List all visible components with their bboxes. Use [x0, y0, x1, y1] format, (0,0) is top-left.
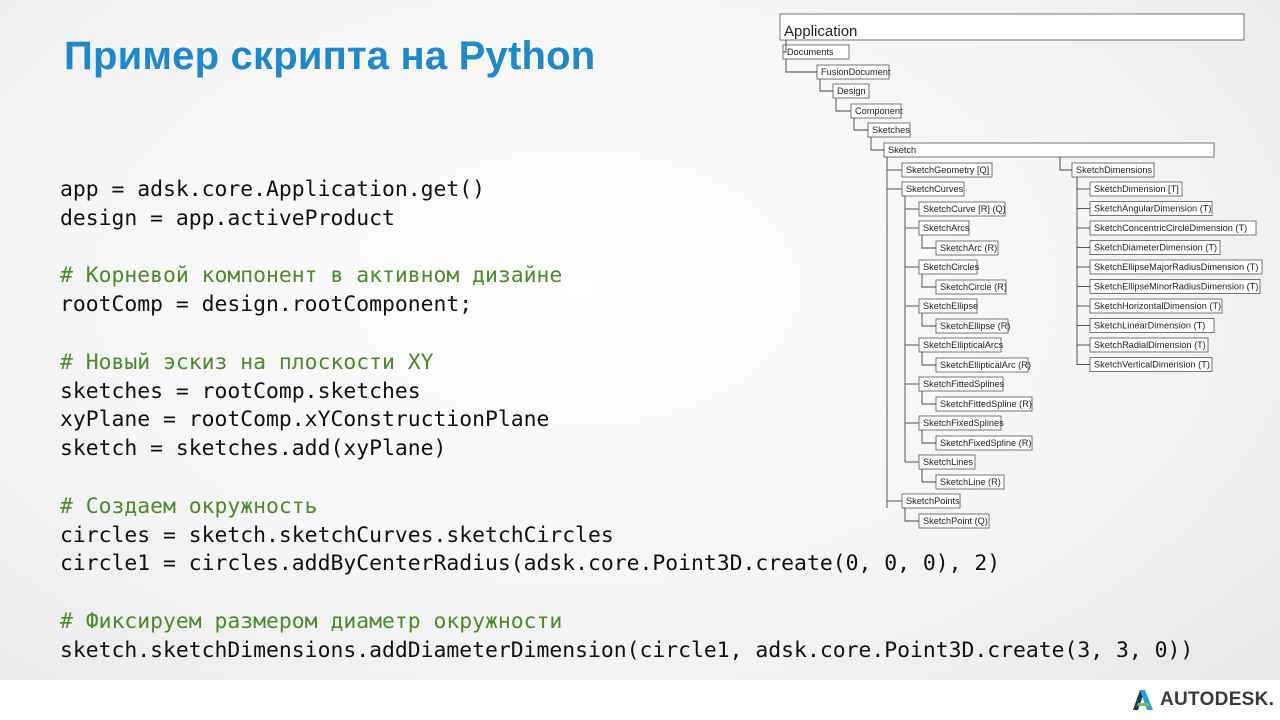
code-line: sketch = sketches.add(xyPlane) [60, 436, 447, 462]
node-design: Design [832, 83, 870, 99]
autodesk-a-icon [1133, 690, 1153, 710]
node-application: Application [779, 13, 1245, 41]
code-comment-line: # Фиксируем размером диаметр окружности [60, 608, 563, 634]
node-sketch: Sketch [883, 142, 1215, 158]
tree-connector [785, 59, 817, 73]
node-component: Component [850, 103, 903, 119]
tree-connector [870, 137, 884, 151]
node-documents-label: Documents [787, 47, 834, 57]
node-sketch-geometry-label: SketchGeometry [Q] [906, 165, 989, 175]
footer-bar [0, 680, 1280, 720]
node-sketches-label: Sketches [872, 125, 910, 135]
node-fusiondocument-label: FusionDocument [821, 67, 891, 77]
node-sketch-dimensions: SketchDimensions [1071, 162, 1155, 178]
code-line: design = app.activeProduct [60, 205, 395, 231]
node-component-label: Component [855, 106, 903, 116]
code-comment-line: # Новый эскиз на плоскости XY [60, 349, 434, 375]
code-comment-line: # Создаем окружность [60, 493, 318, 519]
code-block: app = adsk.core.Application.get() design … [60, 176, 1193, 666]
tree-connector [783, 40, 787, 53]
node-sketches: Sketches [867, 122, 911, 138]
node-fusiondocument: FusionDocument [816, 64, 891, 80]
node-documents: Documents [782, 44, 850, 60]
node-sketch-dimensions-label: SketchDimensions [1076, 165, 1152, 175]
code-line: rootComp = design.rootComponent; [60, 292, 473, 318]
tree-connector [819, 79, 833, 92]
node-design-label: Design [837, 86, 866, 96]
code-line: sketches = rootComp.sketches [60, 378, 421, 404]
code-line: circles = sketch.sketchCurves.sketchCirc… [60, 522, 614, 548]
code-line: xyPlane = rootComp.xYConstructionPlane [60, 407, 550, 433]
code-line: circle1 = circles.addByCenterRadius(adsk… [60, 551, 1001, 577]
tree-connector [1059, 157, 1072, 171]
code-line: sketch.sketchDimensions.addDiameterDimen… [60, 637, 1194, 663]
logo-text: AUTODESK. [1160, 689, 1275, 710]
node-application-label: Application [784, 23, 857, 40]
node-sketch-label: Sketch [888, 145, 916, 155]
slide-title: Пример скрипта на Python [64, 34, 596, 78]
node-sketch-geometry: SketchGeometry [Q] [901, 162, 993, 178]
tree-connector [835, 98, 851, 112]
autodesk-logo: AUTODESK. [1132, 688, 1274, 712]
tree-connector [853, 118, 868, 131]
code-line: app = adsk.core.Application.get() [60, 177, 485, 202]
code-comment-line: # Корневой компонент в активном дизайне [60, 263, 563, 289]
